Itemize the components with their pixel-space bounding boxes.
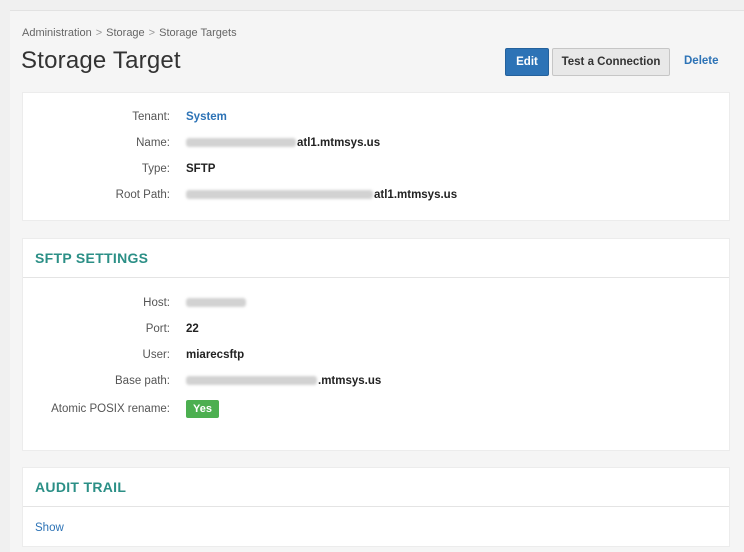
atomic-rename-label: Atomic POSIX rename: [51,403,170,415]
sftp-settings-title: SFTP SETTINGS [35,250,149,266]
host-row: Host: [23,294,247,312]
atomic-rename-row: Atomic POSIX rename: Yes [23,398,219,420]
edit-button[interactable]: Edit [505,48,549,76]
page-title: Storage Target [21,47,181,74]
base-path-label: Base path: [115,375,170,387]
root-path-value: atl1.mtmsys.us [186,189,457,201]
port-label: Port: [145,323,170,335]
redacted-text [186,190,373,200]
base-path-value-suffix: .mtmsys.us [318,375,382,387]
tenant-row: Tenant: System [23,108,227,126]
port-row: Port: 22 [23,320,199,338]
name-row: Name: atl1.mtmsys.us [23,134,380,152]
breadcrumb-separator: > [148,27,156,39]
tenant-value-link[interactable]: System [186,111,227,123]
user-label: User: [142,349,170,361]
name-label: Name: [136,137,170,149]
redacted-text [186,298,246,308]
sftp-settings-panel: SFTP SETTINGS Host: Port: 22 User: miare… [22,238,730,451]
breadcrumb-storage[interactable]: Storage [106,27,145,39]
redacted-text [186,138,296,148]
type-row: Type: SFTP [23,160,216,178]
breadcrumb: Administration > Storage > Storage Targets [22,27,237,39]
tenant-label: Tenant: [132,111,170,123]
audit-trail-panel: AUDIT TRAIL Show [22,467,730,547]
base-path-value: .mtmsys.us [186,375,381,387]
test-connection-button[interactable]: Test a Connection [552,48,670,76]
breadcrumb-storage-targets[interactable]: Storage Targets [159,27,236,39]
name-value-suffix: atl1.mtmsys.us [297,137,381,149]
audit-trail-title: AUDIT TRAIL [35,479,127,495]
type-label: Type: [141,163,170,175]
audit-show-link[interactable]: Show [35,522,64,534]
redacted-text [186,376,317,386]
user-row: User: miarecsftp [23,346,245,364]
root-path-label: Root Path: [115,189,170,201]
host-value [186,297,247,309]
type-value: SFTP [186,163,216,175]
sftp-settings-header: SFTP SETTINGS [23,239,729,278]
audit-trail-header: AUDIT TRAIL [23,468,729,507]
base-path-row: Base path: .mtmsys.us [23,372,381,390]
delete-link[interactable]: Delete [684,55,719,67]
name-value: atl1.mtmsys.us [186,137,380,149]
breadcrumb-separator: > [95,27,103,39]
user-value: miarecsftp [186,349,245,361]
atomic-rename-status-badge: Yes [186,400,219,418]
root-path-value-suffix: atl1.mtmsys.us [374,189,458,201]
host-label: Host: [143,297,170,309]
port-value: 22 [186,323,199,335]
breadcrumb-administration[interactable]: Administration [22,27,92,39]
root-path-row: Root Path: atl1.mtmsys.us [23,186,457,204]
details-panel: Tenant: System Name: atl1.mtmsys.us Type… [22,92,730,221]
